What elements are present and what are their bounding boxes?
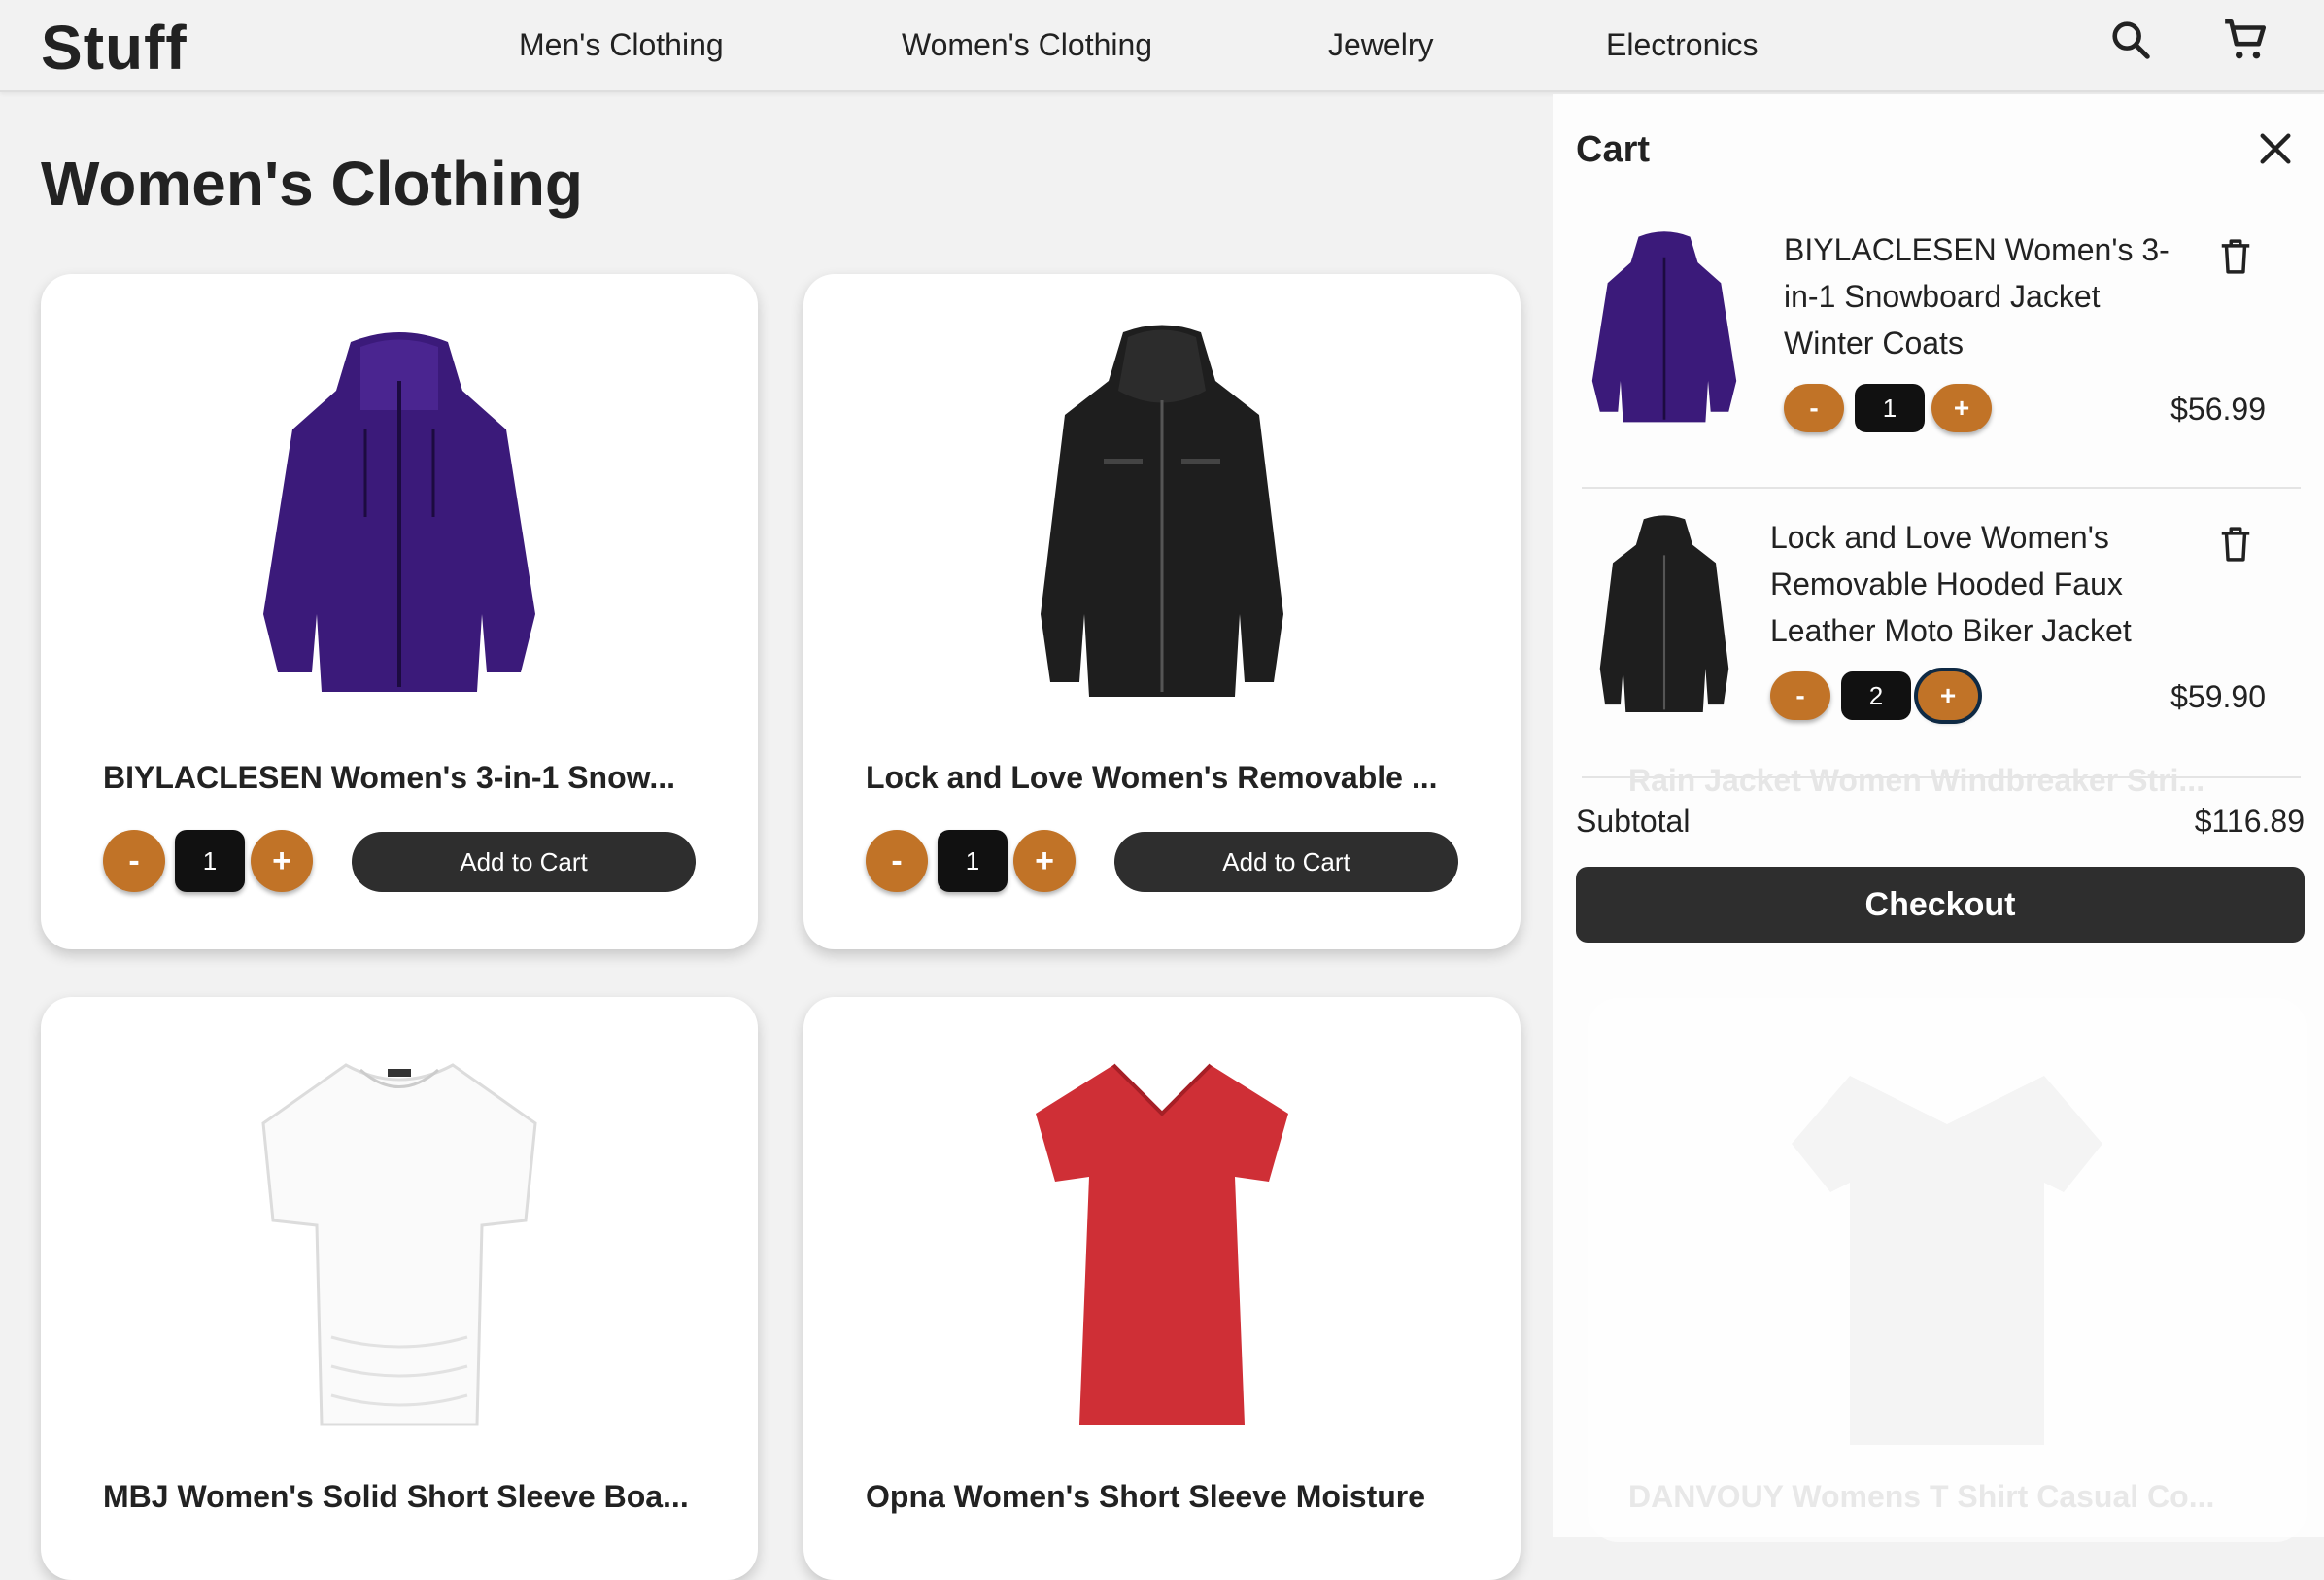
- cart-quantity-display: 2: [1841, 671, 1911, 720]
- increase-quantity-button[interactable]: +: [251, 830, 313, 892]
- decrease-quantity-button[interactable]: -: [866, 830, 928, 892]
- black-leather-jacket-image: [1041, 325, 1283, 697]
- product-card: MBJ Women's Solid Short Sleeve Boa...: [41, 997, 758, 1580]
- cart-increase-button[interactable]: +: [1918, 671, 1978, 720]
- product-card: Lock and Love Women's Removable ... - 1 …: [803, 274, 1521, 949]
- product-image[interactable]: [41, 323, 758, 692]
- subtotal-label: Subtotal: [1576, 804, 1691, 839]
- add-to-cart-button[interactable]: Add to Cart: [1114, 832, 1458, 892]
- quantity-display: 1: [175, 830, 245, 892]
- trash-icon[interactable]: [2217, 524, 2254, 565]
- nav-link-jewelry[interactable]: Jewelry: [1328, 27, 1433, 63]
- cart-item-price: $59.90: [2170, 679, 2266, 714]
- product-image[interactable]: [41, 1046, 758, 1426]
- subtotal-value: $116.89: [2194, 804, 2305, 839]
- page-title: Women's Clothing: [41, 149, 583, 219]
- cart-item: Lock and Love Women's Removable Hooded F…: [1553, 514, 2324, 796]
- close-icon[interactable]: [2256, 129, 2295, 168]
- product-title[interactable]: Lock and Love Women's Removable ...: [866, 760, 1438, 796]
- red-tshirt-image: [1036, 1063, 1288, 1425]
- increase-quantity-button[interactable]: +: [1013, 830, 1076, 892]
- cart-item-name: BIYLACLESEN Women's 3-in-1 Snowboard Jac…: [1784, 232, 2170, 361]
- cart-item-image: [1582, 514, 1747, 728]
- product-image[interactable]: [803, 1046, 1521, 1425]
- product-title[interactable]: MBJ Women's Solid Short Sleeve Boa...: [103, 1479, 689, 1515]
- trash-icon[interactable]: [2217, 236, 2254, 277]
- quantity-display: 1: [938, 830, 1008, 892]
- checkout-button[interactable]: Checkout: [1576, 867, 2305, 943]
- cart-title: Cart: [1576, 129, 1651, 170]
- cart-drawer: DANVOUY Womens T Shirt Casual Co... Cart…: [1553, 94, 2324, 1542]
- faded-tshirt-image: [1792, 1076, 2102, 1445]
- decrease-quantity-button[interactable]: -: [103, 830, 165, 892]
- search-icon[interactable]: [2108, 17, 2153, 62]
- product-card: Opna Women's Short Sleeve Moisture: [803, 997, 1521, 1580]
- background-product-title: Rain Jacket Women Windbreaker Stri...: [1628, 763, 2205, 798]
- quantity-controls: - 1 + Add to Cart: [866, 830, 1468, 894]
- background-product-title: DANVOUY Womens T Shirt Casual Co...: [1628, 1479, 2215, 1514]
- cart-item-price: $56.99: [2170, 392, 2266, 427]
- product-image[interactable]: [803, 323, 1521, 697]
- cart-item-quantity-controls: - 1 +: [1784, 384, 2017, 432]
- cart-divider: [1582, 487, 2301, 489]
- product-card: BIYLACLESEN Women's 3-in-1 Snow... - 1 +…: [41, 274, 758, 949]
- add-to-cart-button[interactable]: Add to Cart: [352, 832, 696, 892]
- product-title[interactable]: Opna Women's Short Sleeve Moisture: [866, 1479, 1425, 1515]
- cart-item: BIYLACLESEN Women's 3-in-1 Snowboard Jac…: [1553, 226, 2324, 508]
- cart-decrease-button[interactable]: -: [1784, 384, 1844, 432]
- cart-item-quantity-controls: - 2 +: [1770, 671, 2003, 720]
- cart-item-name: Lock and Love Women's Removable Hooded F…: [1770, 520, 2132, 648]
- nav-link-womens-clothing[interactable]: Women's Clothing: [902, 27, 1152, 63]
- white-top-image: [261, 1063, 537, 1426]
- nav-link-mens-clothing[interactable]: Men's Clothing: [519, 27, 724, 63]
- cart-quantity-display: 1: [1855, 384, 1925, 432]
- top-navigation-bar: Stuff Men's Clothing Women's Clothing Je…: [0, 0, 2324, 92]
- brand-logo[interactable]: Stuff: [41, 12, 188, 84]
- cart-item-image: [1582, 226, 1747, 440]
- cart-icon[interactable]: [2221, 16, 2270, 64]
- cart-decrease-button[interactable]: -: [1770, 671, 1830, 720]
- quantity-controls: - 1 + Add to Cart: [103, 830, 705, 894]
- cart-increase-button[interactable]: +: [1931, 384, 1992, 432]
- background-product-card: [1588, 998, 2307, 1542]
- nav-link-electronics[interactable]: Electronics: [1606, 27, 1759, 63]
- product-title[interactable]: BIYLACLESEN Women's 3-in-1 Snow...: [103, 760, 675, 796]
- purple-jacket-image: [263, 332, 535, 692]
